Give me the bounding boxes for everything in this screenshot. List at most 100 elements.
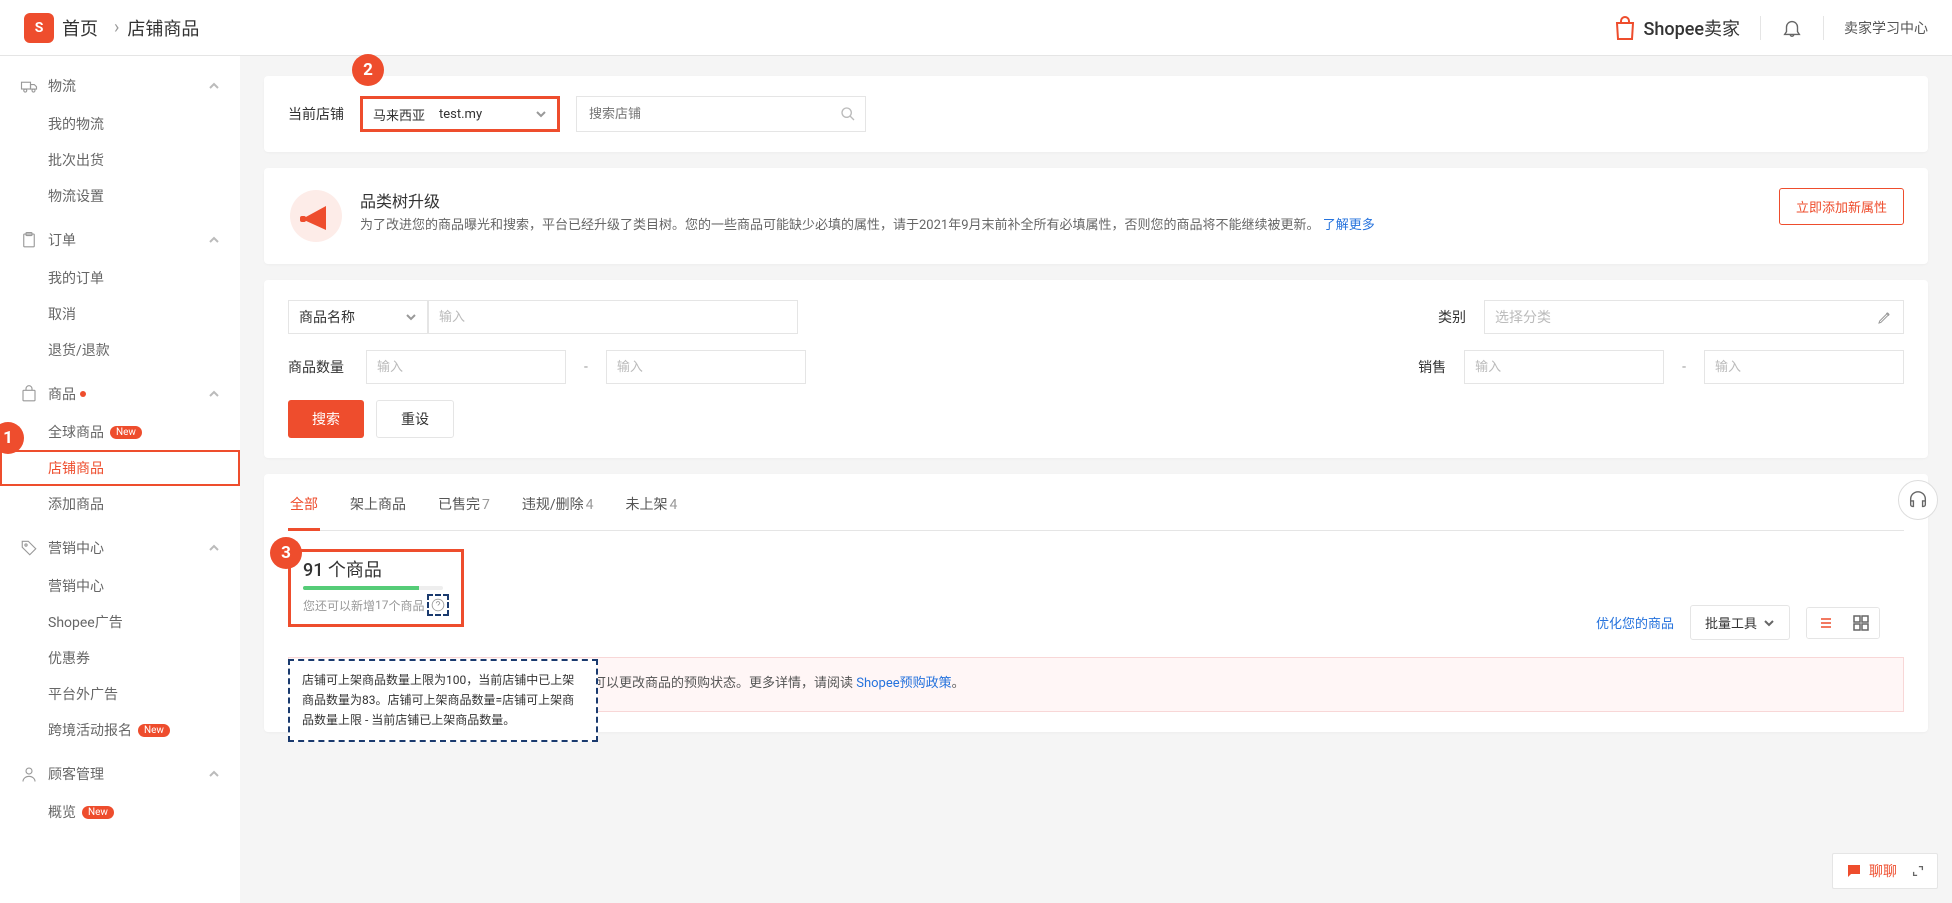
product-tabs: 全部 架上商品 已售完7 违规/删除4 未上架4 [288,494,1904,531]
range-separator: - [1682,359,1686,375]
sidebar-item-my-orders[interactable]: 我的订单 [0,260,240,296]
tag-icon [20,539,38,557]
current-shop-label: 当前店铺 [288,104,344,124]
tab-unlisted[interactable]: 未上架4 [624,494,680,530]
qty-label: 商品数量 [288,357,348,377]
shopping-bag-icon [1613,15,1637,41]
category-label: 类别 [1438,307,1466,327]
sidebar-item-batch-ship[interactable]: 批次出货 [0,142,240,178]
shop-dropdown[interactable]: 马来西亚 test.my [360,96,560,132]
shop-name: test.my [439,107,482,122]
new-badge: New [138,724,170,737]
sidebar-item-shopee-ads[interactable]: Shopee广告 [0,604,240,640]
nav-group-marketing[interactable]: 营销中心 [0,528,240,568]
sidebar-item-global-products[interactable]: 全球商品 New [0,414,240,450]
chevron-up-icon [208,388,220,400]
product-count-text: 91 个商品 [303,556,449,582]
sidebar-item-overview[interactable]: 概览 New [0,794,240,830]
shop-selector-card: 2 当前店铺 马来西亚 test.my [264,76,1928,152]
sidebar-item-my-logistics[interactable]: 我的物流 [0,106,240,142]
tab-on-shelf[interactable]: 架上商品 [348,494,408,530]
truck-icon [20,77,38,95]
new-badge: New [110,426,142,439]
product-name-input[interactable] [428,300,798,334]
optimize-products-link[interactable]: 优化您的商品 [1596,613,1674,632]
divider [1760,16,1761,40]
sidebar-item-cancel[interactable]: 取消 [0,296,240,332]
sidebar-item-logistics-settings[interactable]: 物流设置 [0,178,240,214]
batch-tools-button[interactable]: 批量工具 [1690,605,1790,640]
sales-max-input[interactable] [1704,350,1904,384]
divider [1823,16,1824,40]
bag-icon [20,385,38,403]
clipboard-icon [20,231,38,249]
search-button[interactable]: 搜索 [288,400,364,438]
pencil-icon [1877,309,1893,325]
customer-service-button[interactable] [1898,480,1938,520]
help-icon-highlight [427,594,449,616]
sidebar: 物流 我的物流 批次出货 物流设置 订单 我的订单 取消 退货/退款 1 商品 [0,56,240,903]
chevron-up-icon [208,768,220,780]
breadcrumb-home[interactable]: 首页 [62,15,98,41]
sales-label: 销售 [1418,357,1446,377]
view-toggle [1806,607,1880,639]
top-header: S 首页 › 店铺商品 Shopee卖家 卖家学习中心 [0,0,1952,56]
sidebar-item-offsite-ads[interactable]: 平台外广告 [0,676,240,712]
sidebar-item-returns[interactable]: 退货/退款 [0,332,240,368]
bell-icon[interactable] [1781,17,1803,39]
list-view-button[interactable] [1807,608,1843,638]
chevron-up-icon [208,80,220,92]
breadcrumb-current: 店铺商品 [127,15,199,41]
sidebar-item-coupons[interactable]: 优惠券 [0,640,240,676]
notice-description: 为了改进您的商品曝光和搜索，平台已经升级了类目树。您的一些商品可能缺少必填的属性… [360,216,1763,237]
qty-max-input[interactable] [606,350,806,384]
search-icon [840,106,856,122]
chat-button[interactable]: 聊聊 [1832,853,1938,889]
range-separator: - [584,359,588,375]
sidebar-item-shop-products[interactable]: 店铺商品 [0,450,240,486]
user-icon [20,765,38,783]
chat-icon [1845,862,1863,880]
new-badge: New [82,806,114,819]
quota-tooltip: 店铺可上架商品数量上限为100，当前店铺中已上架商品数量为83。店铺可上架商品数… [288,659,598,742]
callout-badge-3: 3 [270,537,302,569]
nav-group-orders[interactable]: 订单 [0,220,240,260]
nav-group-customers[interactable]: 顾客管理 [0,754,240,794]
product-count-box: 91 个商品 您还可以新增 17 个商品 [288,549,464,627]
sales-min-input[interactable] [1464,350,1664,384]
sidebar-item-add-product[interactable]: 添加商品 [0,486,240,522]
nav-group-products[interactable]: 商品 [0,374,240,414]
tab-all[interactable]: 全部 [288,494,320,531]
search-shop-wrapper [576,96,866,132]
products-list-card: 全部 架上商品 已售完7 违规/删除4 未上架4 3 91 个商品 [264,474,1928,732]
grid-view-button[interactable] [1843,608,1879,638]
help-icon[interactable] [431,598,445,612]
preorder-policy-link[interactable]: Shopee预购政策 [856,676,951,691]
callout-badge-2: 2 [352,54,384,86]
breadcrumb: 首页 › 店铺商品 [62,15,199,41]
notice-title: 品类树升级 [360,188,1763,212]
learn-more-link[interactable]: 了解更多 [1323,218,1375,233]
qty-min-input[interactable] [366,350,566,384]
search-shop-input[interactable] [576,96,866,132]
megaphone-icon [288,188,344,244]
sidebar-item-event-signup[interactable]: 跨境活动报名 New [0,712,240,748]
learning-center-link[interactable]: 卖家学习中心 [1844,18,1928,38]
category-select[interactable]: 选择分类 [1484,300,1904,334]
search-filters-card: 商品名称 类别 选择分类 商品数量 - 销售 [264,280,1928,458]
shopee-logo[interactable]: S [24,13,54,43]
grid-icon [1853,615,1869,631]
brand-link[interactable]: Shopee卖家 [1613,15,1740,41]
search-field-select[interactable]: 商品名称 [288,300,428,334]
nav-group-logistics[interactable]: 物流 [0,66,240,106]
main-content: 2 当前店铺 马来西亚 test.my 品类树升级 为了改进您的 [240,56,1952,903]
sidebar-item-marketing-center[interactable]: 营销中心 [0,568,240,604]
red-dot-indicator [80,391,86,397]
chevron-down-icon [535,108,547,120]
tab-sold-out[interactable]: 已售完7 [436,494,492,530]
chevron-up-icon [208,234,220,246]
tab-violation[interactable]: 违规/删除4 [520,494,596,530]
remaining-quota-text: 您还可以新增 17 个商品 [303,594,449,616]
add-attributes-button[interactable]: 立即添加新属性 [1779,188,1904,225]
reset-button[interactable]: 重设 [376,400,454,438]
